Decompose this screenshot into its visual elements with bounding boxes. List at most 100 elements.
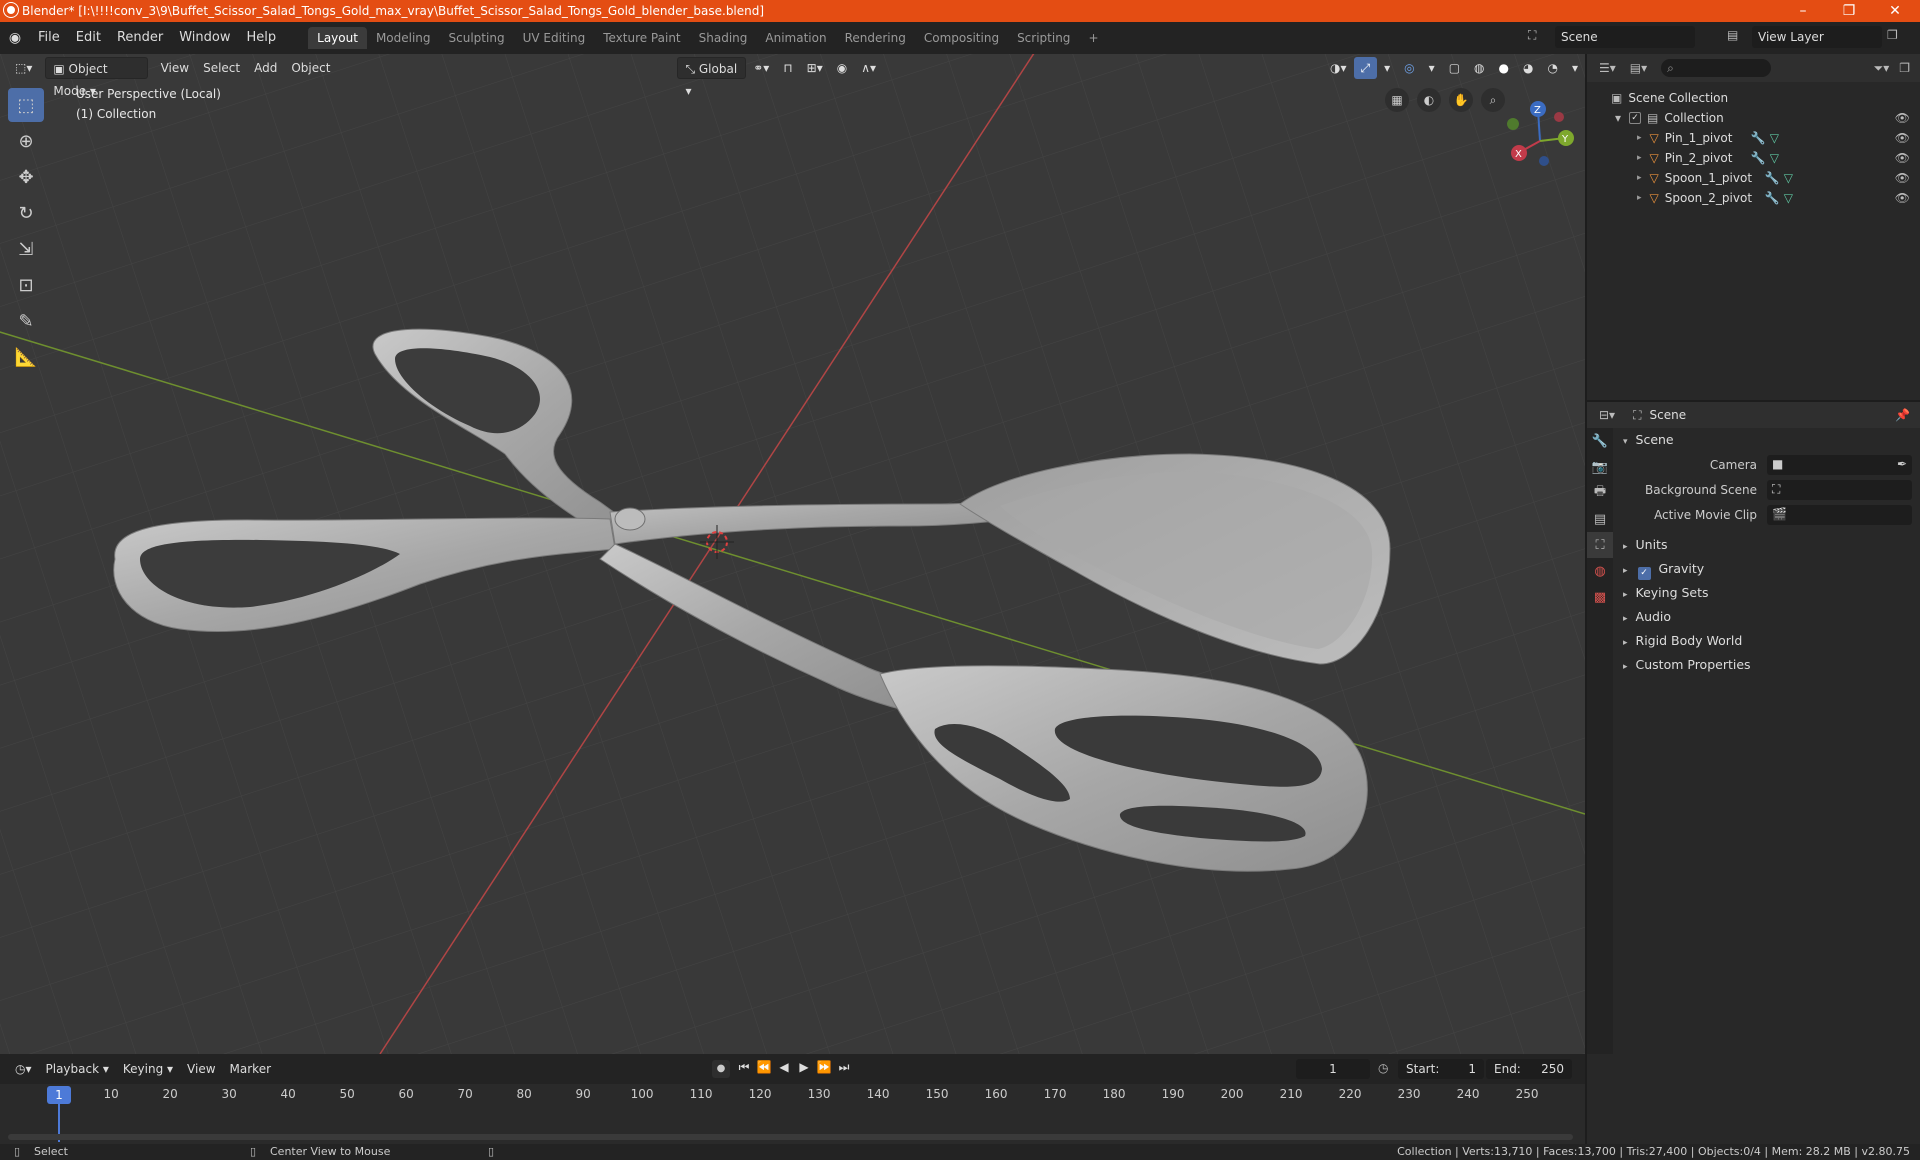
tab-compositing[interactable]: Compositing — [915, 27, 1008, 49]
minimize-button[interactable]: – — [1780, 0, 1826, 22]
material-shading-icon[interactable]: ◕ — [1516, 57, 1540, 79]
render-tab-icon[interactable]: 📷 — [1587, 454, 1613, 480]
tab-texture-paint[interactable]: Texture Paint — [594, 27, 689, 49]
timeline-menu-view[interactable]: View — [180, 1058, 222, 1080]
scene-section-header[interactable]: ▾ Scene — [1617, 428, 1917, 452]
new-collection-icon[interactable]: ❐ — [1899, 61, 1910, 75]
cursor-tool-icon[interactable]: ⊕ — [8, 124, 44, 158]
outliner-editor-icon[interactable]: ☰▾ — [1599, 61, 1616, 75]
xray-icon[interactable]: ▢ — [1442, 57, 1467, 79]
gravity-panel[interactable]: ▸ ✓ Gravity — [1617, 557, 1917, 581]
playhead[interactable]: 1 — [47, 1086, 71, 1104]
eyedropper-icon[interactable]: ✒ — [1897, 457, 1907, 471]
mode-selector[interactable]: ▣ Object Mode ▾ — [45, 57, 148, 98]
rendered-shading-icon[interactable]: ◔ — [1540, 57, 1564, 79]
timeline-ruler[interactable]: 10 20 30 40 50 60 70 80 90 100 110 120 130 140 150 160 1… — [0, 1084, 1585, 1144]
mesh-data-icon[interactable]: ▽ — [1784, 171, 1793, 185]
timeline-scrollbar[interactable] — [8, 1134, 1573, 1140]
jump-start-icon[interactable]: ⏮ — [735, 1060, 753, 1075]
select-box-tool-icon[interactable]: ⬚ — [8, 88, 44, 122]
outliner-item-pin-1[interactable]: ▸ ▽ Pin_1_pivot 🔧 ▽ 👁 — [1587, 128, 1920, 148]
menu-help[interactable]: Help — [239, 27, 285, 49]
snap-icon[interactable]: ⊓ — [776, 57, 799, 79]
properties-editor-icon[interactable]: ⊟▾ — [1599, 408, 1615, 422]
visibility-eye-icon[interactable]: 👁 — [1895, 111, 1910, 125]
play-reverse-icon[interactable]: ◀ — [775, 1060, 793, 1075]
close-button[interactable]: ✕ — [1872, 0, 1918, 22]
visibility-eye-icon[interactable]: 👁 — [1895, 171, 1910, 185]
wireframe-shading-icon[interactable]: ◍ — [1467, 57, 1491, 79]
tab-rendering[interactable]: Rendering — [836, 27, 915, 49]
transform-orientation-selector[interactable]: ⤡ Global ▾ — [677, 57, 747, 98]
rigid-body-world-panel[interactable]: ▸ Rigid Body World — [1617, 629, 1917, 653]
output-tab-icon[interactable]: 🖶 — [1587, 480, 1613, 506]
timeline-menu-keying[interactable]: Keying ▾ — [116, 1058, 180, 1080]
pan-hand-icon[interactable]: ✋ — [1449, 88, 1473, 112]
mesh-data-icon[interactable]: ▽ — [1770, 131, 1779, 145]
custom-properties-panel[interactable]: ▸ Custom Properties — [1617, 653, 1917, 677]
pin-icon[interactable]: 📌 — [1895, 408, 1910, 422]
proportional-edit-icon[interactable]: ◉ — [830, 57, 854, 79]
3d-viewport[interactable]: Z Y X ▦ ◐ ✋ ⌕ — [0, 54, 1585, 1054]
background-scene-input[interactable]: ⛶ — [1767, 479, 1912, 500]
viewport-menu-object[interactable]: Object — [284, 57, 337, 79]
pivot-pin[interactable] — [614, 507, 646, 531]
outliner-item-spoon-1[interactable]: ▸ ▽ Spoon_1_pivot 🔧 ▽ 👁 — [1587, 168, 1920, 188]
view-layer-icon[interactable]: ▤ — [1727, 28, 1738, 42]
restore-button[interactable]: ❐ — [1826, 0, 1872, 22]
modifier-icon[interactable]: 🔧 — [1765, 171, 1780, 185]
falloff-icon[interactable]: ∧▾ — [854, 57, 883, 79]
tab-shading[interactable]: Shading — [690, 27, 757, 49]
mesh-data-icon[interactable]: ▽ — [1770, 151, 1779, 165]
scene-selector[interactable]: Scene — [1555, 26, 1695, 48]
blender-menu-icon[interactable]: ◉ — [0, 30, 30, 46]
transform-tool-icon[interactable]: ⊡ — [8, 268, 44, 302]
expand-arrow-icon[interactable]: ▸ — [1637, 133, 1642, 143]
timeline-editor-icon[interactable]: ◷▾ — [8, 1058, 39, 1080]
tab-animation[interactable]: Animation — [756, 27, 835, 49]
record-button[interactable]: ● — [712, 1060, 730, 1078]
scene-tab-icon[interactable]: ⛶ — [1587, 532, 1613, 558]
viewport-canvas[interactable] — [0, 54, 1585, 1054]
snap-target-icon[interactable]: ⊞▾ — [800, 57, 830, 79]
preview-range-icon[interactable]: ◷ — [1378, 1061, 1388, 1075]
units-panel[interactable]: ▸ Units — [1617, 533, 1917, 557]
current-frame-field[interactable]: 1 — [1296, 1059, 1370, 1079]
overlay-menu-icon[interactable]: ▾ — [1422, 57, 1442, 79]
editor-type-icon[interactable]: ⬚▾ — [8, 57, 39, 79]
timeline-menu-playback[interactable]: Playback ▾ — [39, 1058, 116, 1080]
rotate-tool-icon[interactable]: ↻ — [8, 196, 44, 230]
camera-input[interactable]: ■ ✒ — [1767, 454, 1912, 475]
expand-arrow-icon[interactable]: ▾ — [1615, 111, 1621, 125]
modifier-icon[interactable]: 🔧 — [1765, 191, 1780, 205]
viewport-menu-view[interactable]: View — [154, 57, 196, 79]
visibility-eye-icon[interactable]: 👁 — [1895, 191, 1910, 205]
mesh-data-icon[interactable]: ▽ — [1784, 191, 1793, 205]
expand-arrow-icon[interactable]: ▸ — [1637, 193, 1642, 203]
expand-arrow-icon[interactable]: ▸ — [1637, 153, 1642, 163]
solid-shading-icon[interactable]: ● — [1492, 57, 1516, 79]
outliner-item-pin-2[interactable]: ▸ ▽ Pin_2_pivot 🔧 ▽ 👁 — [1587, 148, 1920, 168]
new-view-layer-icon[interactable]: ❐ — [1887, 28, 1898, 42]
menu-file[interactable]: File — [30, 27, 68, 49]
visibility-icon[interactable]: ◑▾ — [1323, 57, 1354, 79]
zoom-icon[interactable]: ⌕ — [1481, 88, 1505, 112]
gizmo-menu-icon[interactable]: ▾ — [1377, 57, 1397, 79]
annotate-tool-icon[interactable]: ✎ — [8, 304, 44, 338]
outliner-collection[interactable]: ▾ ✓ ▤ Collection 👁 — [1587, 108, 1920, 128]
end-frame-field[interactable]: End: 250 — [1486, 1059, 1572, 1079]
menu-window[interactable]: Window — [171, 27, 238, 49]
pivot-point-icon[interactable]: ⚭▾ — [746, 57, 776, 79]
viewport-menu-select[interactable]: Select — [196, 57, 247, 79]
timeline-menu-marker[interactable]: Marker — [223, 1058, 278, 1080]
measure-tool-icon[interactable]: 📐 — [8, 340, 44, 374]
tab-uv-editing[interactable]: UV Editing — [514, 27, 595, 49]
prev-keyframe-icon[interactable]: ⏪ — [755, 1060, 773, 1075]
world-tab-icon[interactable]: ◍ — [1587, 558, 1613, 584]
modifier-icon[interactable]: 🔧 — [1751, 151, 1766, 165]
gizmo-toggle-icon[interactable]: ⤢ — [1353, 57, 1378, 79]
tab-modeling[interactable]: Modeling — [367, 27, 440, 49]
visibility-eye-icon[interactable]: 👁 — [1895, 131, 1910, 145]
modifier-icon[interactable]: 🔧 — [1751, 131, 1766, 145]
scene-icon[interactable]: ⛶ — [1528, 28, 1536, 43]
